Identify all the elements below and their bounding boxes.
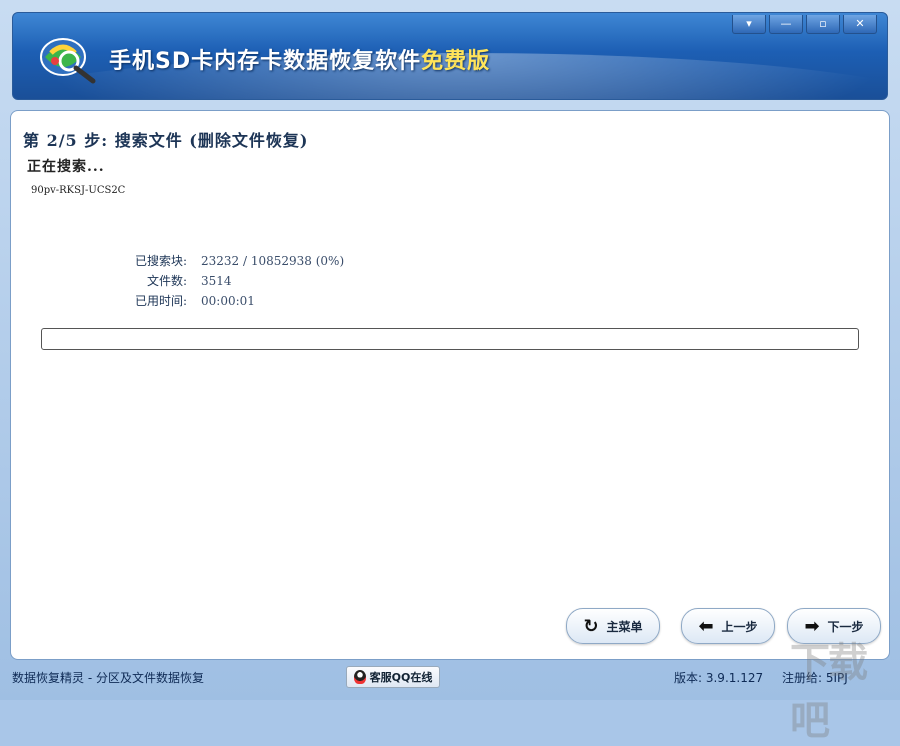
status-footer: 数据恢复精灵 - 分区及文件数据恢复 客服QQ在线 版本: 3.9.1.127 …: [0, 664, 900, 690]
files-label: 文件数:: [146, 274, 187, 288]
arrow-left-icon: ⬅: [698, 615, 714, 637]
app-title-main: 手机SD卡内存卡数据恢复软件: [109, 49, 422, 74]
time-label: 已用时间:: [134, 294, 187, 308]
current-scan-item: 90pv-RKSJ-UCS2C: [31, 185, 126, 196]
blocks-label: 已搜索块:: [134, 254, 187, 268]
stat-row-files: 文件数: 3514: [101, 271, 344, 291]
app-description: 数据恢复精灵 - 分区及文件数据恢复: [12, 671, 204, 685]
blocks-value: 23232 / 10852938 (0%): [201, 254, 345, 268]
refresh-icon: ↻: [583, 615, 599, 637]
window-maximize-button[interactable]: ▫: [806, 15, 840, 34]
window-minimize-button[interactable]: —: [769, 15, 803, 34]
main-menu-button[interactable]: ↻ 主菜单: [566, 608, 660, 644]
title-banner: 手机SD卡内存卡数据恢复软件免费版 ▾ — ▫ ✕: [12, 12, 888, 100]
search-status: 正在搜索...: [27, 159, 105, 175]
main-menu-label: 主菜单: [606, 619, 643, 634]
search-progress-bar: [41, 328, 859, 350]
watermark-logo: 下载吧: [790, 640, 868, 744]
window-close-button[interactable]: ✕: [843, 15, 877, 34]
qq-support-button[interactable]: 客服QQ在线: [346, 666, 440, 688]
time-value: 00:00:01: [201, 294, 255, 308]
stat-row-time: 已用时间: 00:00:01: [101, 291, 344, 311]
app-title: 手机SD卡内存卡数据恢复软件免费版: [109, 43, 490, 75]
version-info: 版本: 3.9.1.127: [674, 671, 764, 685]
qq-support-label: 客服QQ在线: [369, 671, 433, 684]
step-title: 第 2/5 步: 搜索文件 (删除文件恢复): [23, 131, 309, 150]
stat-row-blocks: 已搜索块: 23232 / 10852938 (0%): [101, 251, 344, 271]
app-title-free: 免费版: [421, 49, 491, 74]
prev-step-button[interactable]: ⬅ 上一步: [681, 608, 775, 644]
search-stats: 已搜索块: 23232 / 10852938 (0%) 文件数: 3514 已用…: [101, 251, 344, 311]
files-value: 3514: [201, 274, 232, 288]
app-logo-icon: [40, 38, 96, 84]
qq-penguin-icon: [353, 670, 366, 684]
app-window: 手机SD卡内存卡数据恢复软件免费版 ▾ — ▫ ✕ 第 2/5 步: 搜索文件 …: [0, 0, 900, 744]
content-panel: 第 2/5 步: 搜索文件 (删除文件恢复) 正在搜索... 90pv-RKSJ…: [10, 110, 890, 660]
window-menu-button[interactable]: ▾: [732, 15, 766, 34]
prev-step-label: 上一步: [721, 619, 758, 634]
window-controls: ▾ — ▫ ✕: [729, 15, 877, 34]
